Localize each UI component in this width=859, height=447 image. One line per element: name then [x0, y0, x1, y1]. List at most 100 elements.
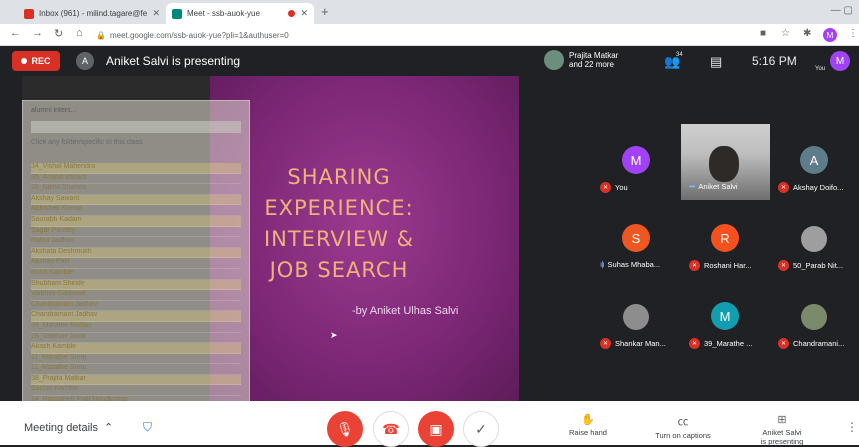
- confirm-button[interactable]: ✓: [463, 411, 499, 447]
- participant-name: Shankar Man...: [615, 339, 666, 348]
- list-item: Sachin Kamble: [31, 385, 241, 397]
- participant-tile[interactable]: R ✕ Roshani Har...: [681, 202, 770, 278]
- participant-grid: M ✕ You ••• Aniket Salvi A ✕ Akshay Doif…: [592, 124, 859, 358]
- extensions-icon[interactable]: ✱: [803, 28, 811, 39]
- meet-icon: [172, 8, 182, 19]
- raise-hand-label: Raise hand: [569, 428, 607, 437]
- participant-tile[interactable]: S ı|ı Suhas Mhaba...: [592, 202, 681, 278]
- window-controls-icon[interactable]: — ▢: [831, 5, 853, 16]
- list-item: Akash Kamble: [31, 343, 241, 354]
- hang-up-icon: ☎: [382, 420, 400, 437]
- tab-title: Meet - ssb-auok-yue: [187, 9, 260, 18]
- self-avatar[interactable]: M: [830, 51, 850, 71]
- recording-badge[interactable]: REC: [12, 51, 60, 71]
- url-text: meet.google.com/ssb-auok-yue?pli=1&authu…: [109, 30, 289, 40]
- participant-avatar: M: [622, 146, 650, 174]
- participant-tile[interactable]: ✕ 50_Parab Nit...: [770, 202, 859, 278]
- list-item: Shubham Shinde: [31, 279, 241, 291]
- participant-avatar: A: [800, 146, 828, 174]
- browser-menu-icon[interactable]: ⋮: [848, 28, 858, 39]
- participant-label: ✕ Shankar Man...: [600, 338, 682, 349]
- participant-avatar: R: [711, 224, 739, 252]
- participant-label: ✕ Akshay Doifo...: [778, 182, 859, 193]
- reload-icon[interactable]: ↻: [54, 27, 63, 40]
- url-bar[interactable]: 🔒 meet.google.com/ssb-auok-yue?pli=1&aut…: [96, 27, 736, 43]
- participant-photo: [623, 304, 649, 330]
- participant-tile[interactable]: A ✕ Akshay Doifo...: [770, 124, 859, 200]
- list-item: 38_Prajita Matkar: [31, 374, 241, 386]
- pinned-participants-chip[interactable]: Prajita Matkar and 22 more: [544, 50, 618, 70]
- tab-meet[interactable]: Meet - ssb-auok-yue ✕: [166, 3, 314, 24]
- captions-button[interactable]: ㏄ Turn on captions: [648, 413, 718, 440]
- meeting-details-label: Meeting details: [24, 421, 98, 434]
- forward-icon[interactable]: →: [32, 27, 43, 39]
- chat-icon[interactable]: ▤: [710, 54, 722, 70]
- more-options-icon[interactable]: ⋮: [846, 420, 858, 434]
- recording-indicator-icon: [288, 10, 296, 17]
- presenter-avatar: A: [76, 52, 94, 70]
- mic-off-icon: ✕: [778, 182, 789, 193]
- participant-label: ✕ You: [600, 182, 682, 193]
- raise-hand-button[interactable]: ✋ Raise hand: [553, 413, 623, 437]
- new-tab-button[interactable]: +: [321, 4, 329, 19]
- speaking-icon: •••: [689, 182, 695, 191]
- camera-icon[interactable]: ■: [760, 28, 766, 39]
- slide-title: SHARING EXPERIENCE: INTERVIEW & JOB SEAR…: [234, 162, 444, 286]
- overlay-list: 34_Vishal Mahendra 35_Anand Vasant 20_Ni…: [31, 163, 241, 407]
- participant-thumbnail: [544, 50, 564, 70]
- participant-tile[interactable]: ✕ Shankar Man...: [592, 280, 681, 356]
- pinned-participant-name: Prajita Matkar: [569, 51, 619, 60]
- mic-off-icon: ✕: [778, 260, 789, 271]
- overlay-toolbar: [31, 121, 241, 133]
- chevron-up-icon: ⌃: [104, 422, 114, 434]
- back-icon[interactable]: ←: [10, 27, 21, 39]
- participant-name: Chandramani...: [793, 339, 845, 348]
- check-icon: ✓: [475, 420, 487, 437]
- participant-tile[interactable]: M ✕ You: [592, 124, 681, 200]
- meet-top-bar: REC A Aniket Salvi is presenting Prajita…: [0, 46, 859, 76]
- list-item: Abhishek Kumar: [31, 205, 241, 216]
- close-tab-icon[interactable]: ✕: [300, 8, 308, 19]
- camera-off-icon: ▣: [429, 420, 443, 437]
- tab-title: Inbox (961) - milind.tagare@fer: [39, 9, 148, 18]
- profile-avatar[interactable]: M: [823, 28, 837, 42]
- participant-name: Akshay Doifo...: [793, 183, 844, 192]
- participant-label: ı|ı Suhas Mhaba...: [600, 260, 682, 269]
- self-label: You: [815, 66, 826, 72]
- list-item: Akshay Patil: [31, 258, 241, 269]
- list-item: 26_Vaibhav Joshi: [31, 333, 241, 344]
- audio-level-icon: ı|ı: [600, 260, 604, 269]
- participant-tile[interactable]: ✕ Chandramani...: [770, 280, 859, 356]
- participant-name: 50_Parab Nit...: [793, 261, 844, 270]
- slide-title-line: JOB SEARCH: [269, 258, 409, 282]
- list-item: 11_Marathe Suraj: [31, 364, 241, 375]
- hand-icon: ✋: [581, 414, 595, 426]
- close-tab-icon[interactable]: ✕: [152, 8, 160, 19]
- list-item: Akshay Sawant: [31, 194, 241, 206]
- overlay-hint: Click any folder/specific to this class: [31, 139, 143, 146]
- home-icon[interactable]: ⌂: [76, 27, 83, 39]
- star-icon[interactable]: ☆: [781, 28, 790, 39]
- participant-label: ✕ Roshani Har...: [689, 260, 771, 271]
- presenting-button[interactable]: ⊞ Aniket Salvi is presenting: [747, 413, 817, 446]
- mic-off-icon: ✕: [600, 338, 611, 349]
- mic-off-icon: 🎙: [336, 420, 354, 437]
- shield-icon[interactable]: ⛉: [143, 420, 157, 436]
- meeting-details-button[interactable]: Meeting details ⌃: [24, 421, 114, 435]
- list-item: Chandramani Jadhav: [31, 301, 241, 312]
- participant-tile[interactable]: M ✕ 39_Marathe ...: [681, 280, 770, 356]
- mic-off-icon: ✕: [778, 338, 789, 349]
- camera-toggle-button[interactable]: ▣: [418, 411, 454, 447]
- mic-off-icon: ✕: [600, 182, 611, 193]
- participant-name: Aniket Salvi: [698, 182, 738, 191]
- tab-gmail[interactable]: Inbox (961) - milind.tagare@fer ✕: [18, 3, 166, 24]
- slide-title-line: EXPERIENCE:: [264, 196, 414, 220]
- participant-tile[interactable]: ••• Aniket Salvi: [681, 124, 770, 200]
- list-item: Vaibhav Gaikwad: [31, 290, 241, 301]
- slide-title-line: SHARING: [287, 165, 391, 189]
- mic-toggle-button[interactable]: 🎙: [327, 411, 363, 447]
- leave-call-button[interactable]: ☎: [373, 411, 409, 447]
- slide-title-line: INTERVIEW &: [263, 227, 415, 251]
- participant-name: Suhas Mhaba...: [607, 260, 661, 269]
- slide-byline: -by Aniket Ulhas Salvi: [352, 305, 459, 317]
